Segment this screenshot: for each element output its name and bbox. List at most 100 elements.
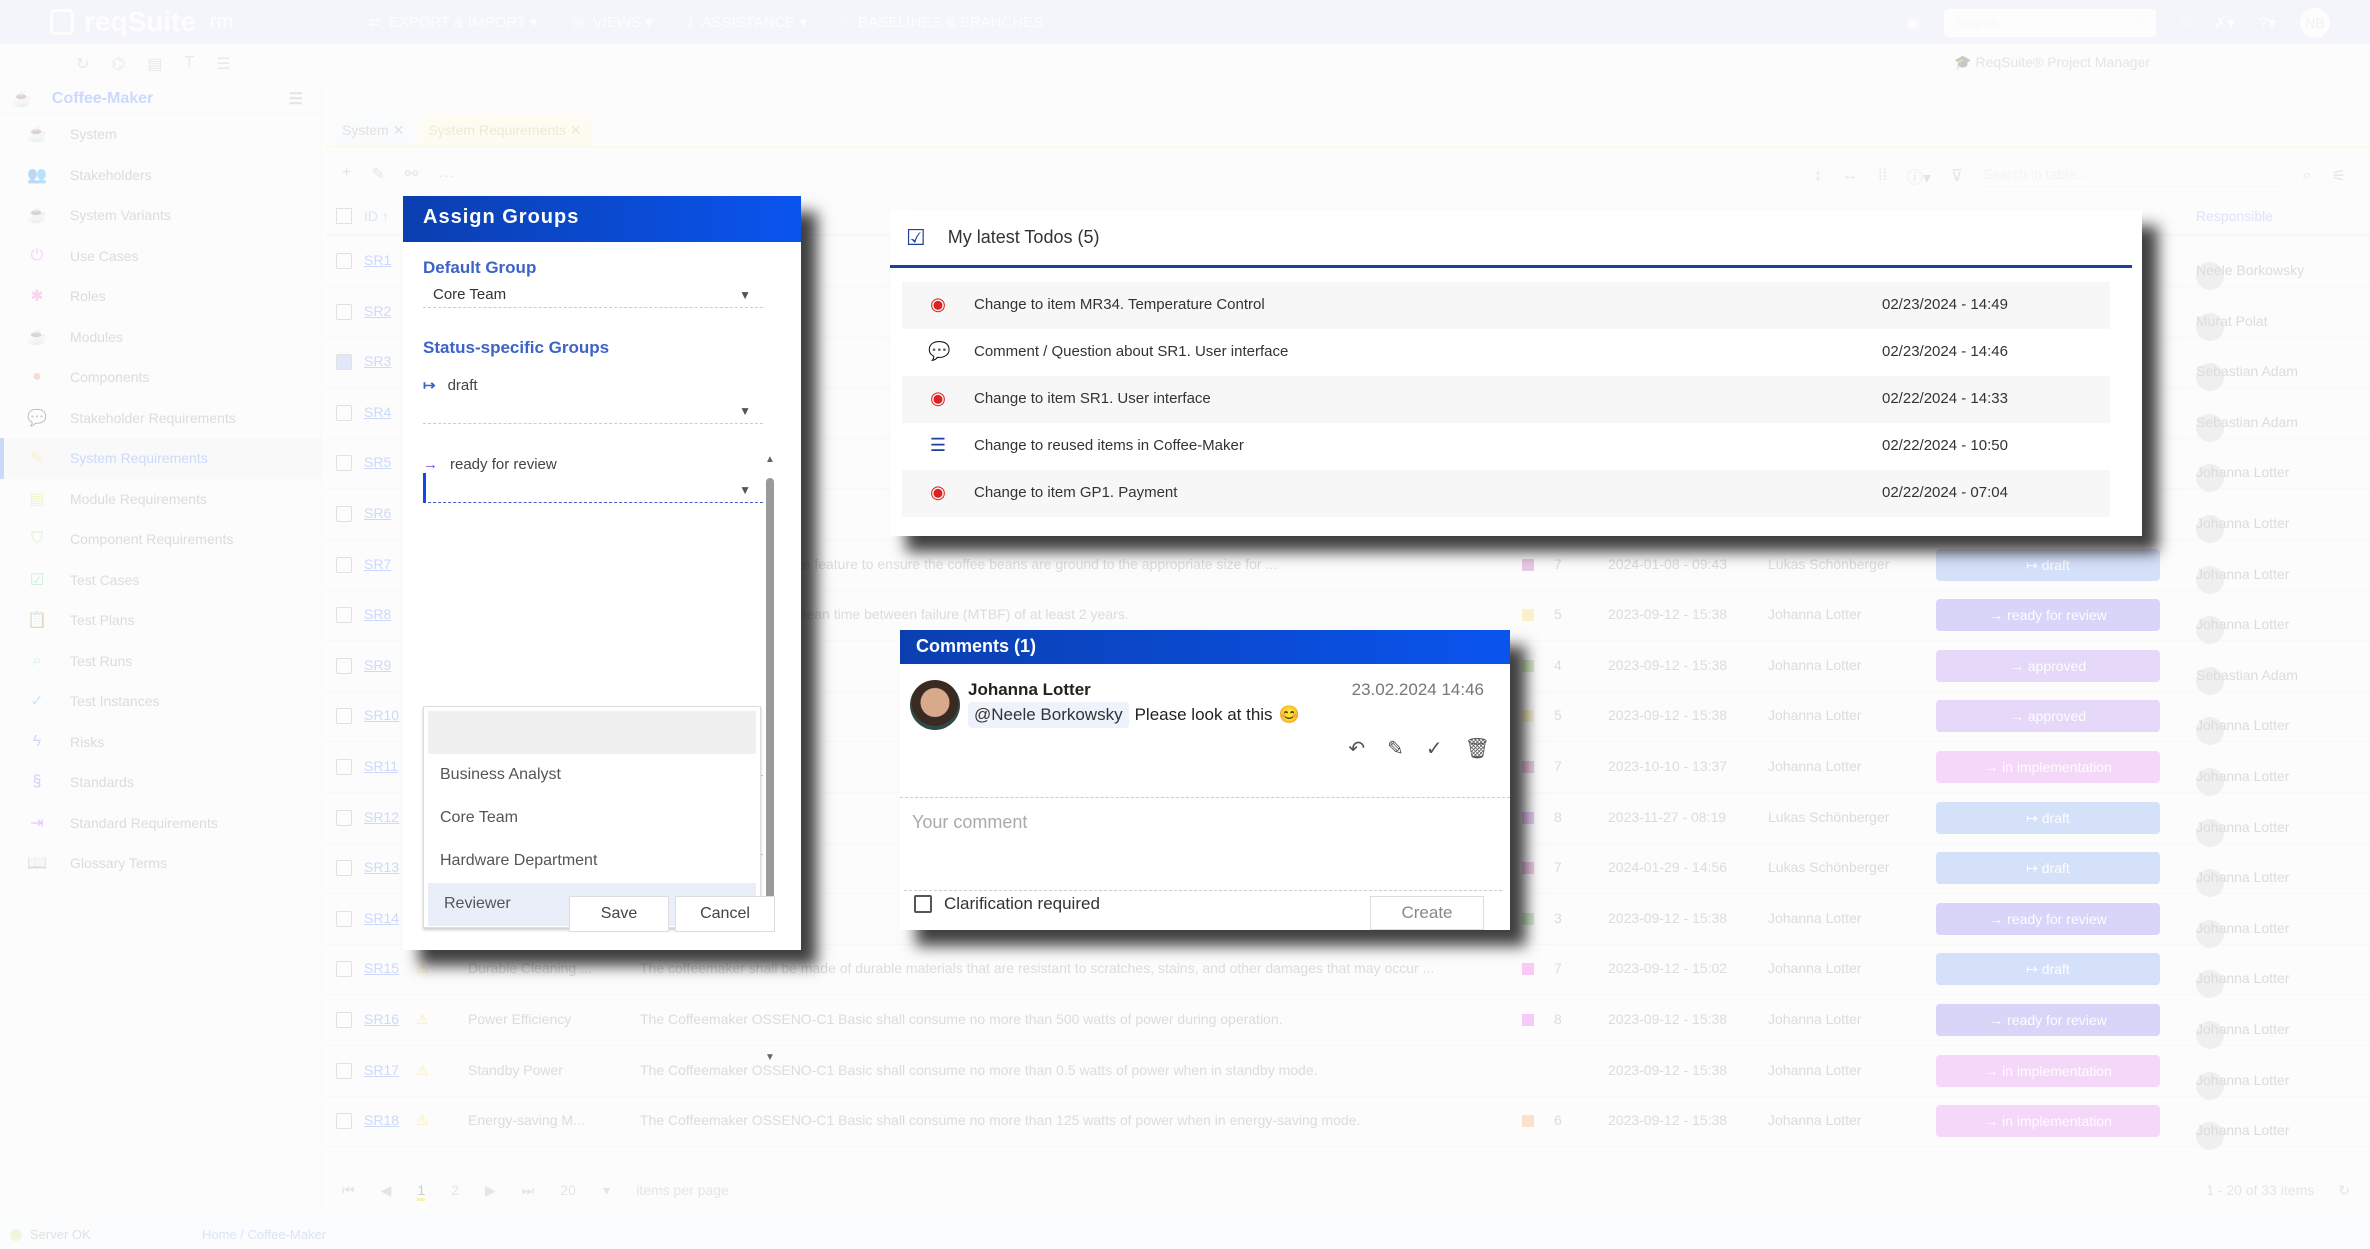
- state-badge[interactable]: → in implementation: [1936, 751, 2160, 783]
- todo-item[interactable]: ◉ Change to item SR1. User interface 02/22…: [902, 376, 2110, 423]
- state-badge[interactable]: → approved: [1936, 700, 2160, 733]
- item-id-link[interactable]: SR12: [364, 809, 399, 825]
- option-business-analyst[interactable]: Business Analyst: [424, 754, 760, 797]
- nav-export-import[interactable]: ⇄ EXPORT & IMPORT ▾: [368, 13, 538, 31]
- row-checkbox[interactable]: [336, 1012, 352, 1028]
- user-avatar[interactable]: NB: [2300, 8, 2330, 38]
- item-id-link[interactable]: SR14: [364, 910, 399, 926]
- close-icon[interactable]: ✕: [393, 122, 405, 138]
- cancel-button[interactable]: Cancel: [675, 896, 775, 932]
- sidebar-item-standard-requirements[interactable]: ⇥ Standard Requirements: [0, 803, 321, 844]
- row-checkbox[interactable]: [336, 506, 352, 522]
- state-badge[interactable]: → ready for review: [1936, 1004, 2160, 1036]
- sidebar-item-system-variants[interactable]: ☕ System Variants: [0, 195, 321, 236]
- item-id-link[interactable]: SR15: [364, 960, 399, 976]
- scrollbar-thumb[interactable]: [766, 478, 774, 928]
- todo-item[interactable]: 💬 Comment / Question about SR1. User inte…: [902, 329, 2110, 376]
- item-id-link[interactable]: SR10: [364, 707, 399, 723]
- todo-text[interactable]: Comment / Question about SR1. User inter…: [974, 343, 1288, 360]
- todo-text[interactable]: Change to reused items in Coffee-Maker: [974, 437, 1244, 454]
- item-id-link[interactable]: SR11: [364, 758, 398, 774]
- scroll-down-icon[interactable]: ▼: [765, 1052, 775, 1063]
- clarification-checkbox[interactable]: [914, 895, 932, 913]
- tab-system[interactable]: System ✕: [332, 116, 415, 145]
- next-page-icon[interactable]: ▶: [485, 1182, 496, 1201]
- row-checkbox[interactable]: [336, 253, 352, 269]
- sidebar-item-components[interactable]: ● Components: [0, 357, 321, 398]
- column-responsible[interactable]: Responsible: [2196, 208, 2273, 224]
- tools-icon[interactable]: ✗▾: [2214, 13, 2235, 33]
- save-button[interactable]: Save: [569, 896, 669, 932]
- item-id-link[interactable]: SR2: [364, 303, 391, 319]
- state-badge[interactable]: → in implementation: [1936, 1054, 2160, 1087]
- reply-icon[interactable]: ↶: [1348, 736, 1365, 761]
- brand-logo[interactable]: reqSuite rm: [50, 6, 233, 38]
- nav-views[interactable]: ◎ VIEWS ▾: [572, 13, 653, 31]
- option-hardware-department[interactable]: Hardware Department: [424, 840, 760, 883]
- help-icon[interactable]: ?▾: [2259, 13, 2276, 33]
- state-badge[interactable]: ↦ draft: [1936, 801, 2160, 834]
- project-manager-link[interactable]: 🎓 ReqSuite® Project Manager: [1954, 54, 2150, 71]
- row-checkbox[interactable]: [336, 556, 352, 573]
- row-checkbox[interactable]: [336, 1062, 352, 1079]
- item-id-link[interactable]: SR16: [364, 1011, 399, 1027]
- search-icon[interactable]: ⌕: [2303, 167, 2312, 185]
- dialog-scrollbar[interactable]: ▲ ▼: [765, 454, 775, 1063]
- last-page-icon[interactable]: ⏭: [522, 1182, 535, 1201]
- mention-chip[interactable]: @Neele Borkowsky: [968, 702, 1129, 728]
- home-icon[interactable]: ⌂: [2180, 14, 2190, 32]
- settings-sliders-icon[interactable]: ⚟: [2332, 166, 2346, 186]
- page-1[interactable]: 1: [417, 1182, 426, 1201]
- sidebar-item-test-instances[interactable]: ✓ Test Instances: [0, 681, 321, 722]
- sidebar-item-use-cases[interactable]: ⏻ Use Cases: [0, 236, 321, 277]
- todo-text[interactable]: Change to item SR1. User interface: [974, 390, 1211, 407]
- item-id-link[interactable]: SR7: [364, 556, 391, 572]
- project-header[interactable]: ☕ Coffee-Maker ☰: [0, 84, 321, 114]
- column-width-icon[interactable]: ↔: [1842, 167, 1858, 185]
- row-checkbox[interactable]: [336, 1113, 352, 1130]
- state-badge[interactable]: ↦ draft: [1936, 953, 2160, 986]
- todo-text[interactable]: Change to item MR34. Temperature Control: [974, 296, 1265, 313]
- resolve-check-icon[interactable]: ✓: [1426, 736, 1443, 761]
- sidebar-item-component-requirements[interactable]: ⛉ Component Requirements: [0, 519, 321, 560]
- prev-page-icon[interactable]: ◀: [381, 1182, 392, 1201]
- item-id-link[interactable]: SR13: [364, 859, 399, 875]
- sidebar-item-test-runs[interactable]: ⌕ Test Runs: [0, 641, 321, 682]
- item-id-link[interactable]: SR4: [364, 404, 391, 420]
- state-badge[interactable]: ↦ draft: [1936, 852, 2160, 885]
- row-checkbox[interactable]: [336, 708, 352, 725]
- column-id[interactable]: ID ↑: [364, 208, 389, 224]
- scroll-up-icon[interactable]: ▲: [765, 454, 775, 465]
- first-page-icon[interactable]: ⏮: [342, 1182, 355, 1201]
- item-id-link[interactable]: SR6: [364, 505, 391, 521]
- review-group-select[interactable]: ▼: [423, 473, 763, 503]
- tab-system-requirements[interactable]: System Requirements ✕: [418, 116, 592, 145]
- sidebar-item-glossary-terms[interactable]: 📖 Glossary Terms: [0, 843, 321, 884]
- item-id-link[interactable]: SR17: [364, 1062, 399, 1078]
- item-id-link[interactable]: SR9: [364, 657, 391, 673]
- todo-item[interactable]: ◉ Change to item MR34. Temperature Contro…: [902, 282, 2110, 329]
- alert-filter-icon[interactable]: ⓘ▾: [1907, 164, 1931, 188]
- item-id-link[interactable]: SR3: [364, 353, 391, 369]
- table-row[interactable]: SR16 ⚠ Power Efficiency The Coffeemaker OSS…: [326, 995, 2370, 1049]
- create-button[interactable]: Create: [1370, 896, 1484, 930]
- table-row[interactable]: SR15 ⚠ Durable Cleaning ... The coffeemaker…: [326, 944, 2370, 999]
- close-icon[interactable]: ✕: [570, 122, 582, 138]
- state-badge[interactable]: → in implementation: [1936, 1105, 2160, 1138]
- option-core-team[interactable]: Core Team: [424, 797, 760, 840]
- refresh-icon[interactable]: ↻: [76, 54, 89, 74]
- item-id-link[interactable]: SR8: [364, 606, 391, 622]
- clear-filter-icon[interactable]: ⊽: [1951, 166, 1963, 186]
- table-row[interactable]: SR18 ⚠ Energy-saving M... The Coffeemaker O…: [326, 1096, 2370, 1151]
- table-search-input[interactable]: Search in table...: [1982, 166, 2283, 187]
- state-badge[interactable]: ↦ draft: [1936, 548, 2160, 581]
- state-badge[interactable]: → approved: [1936, 649, 2160, 682]
- row-checkbox[interactable]: [336, 455, 352, 472]
- row-checkbox[interactable]: [336, 404, 352, 421]
- comment-input[interactable]: Your comment: [912, 812, 1027, 833]
- table-row[interactable]: SR17 ⚠ Standby Power The Coffeemaker OSSENO…: [326, 1046, 2370, 1100]
- nav-baselines-branches[interactable]: ⑂ BASELINES & BRANCHES: [841, 13, 1043, 31]
- sidebar-item-modules[interactable]: ☕ Modules: [0, 317, 321, 358]
- item-id-link[interactable]: SR5: [364, 454, 391, 470]
- sidebar-item-system[interactable]: ☕ System: [0, 114, 321, 155]
